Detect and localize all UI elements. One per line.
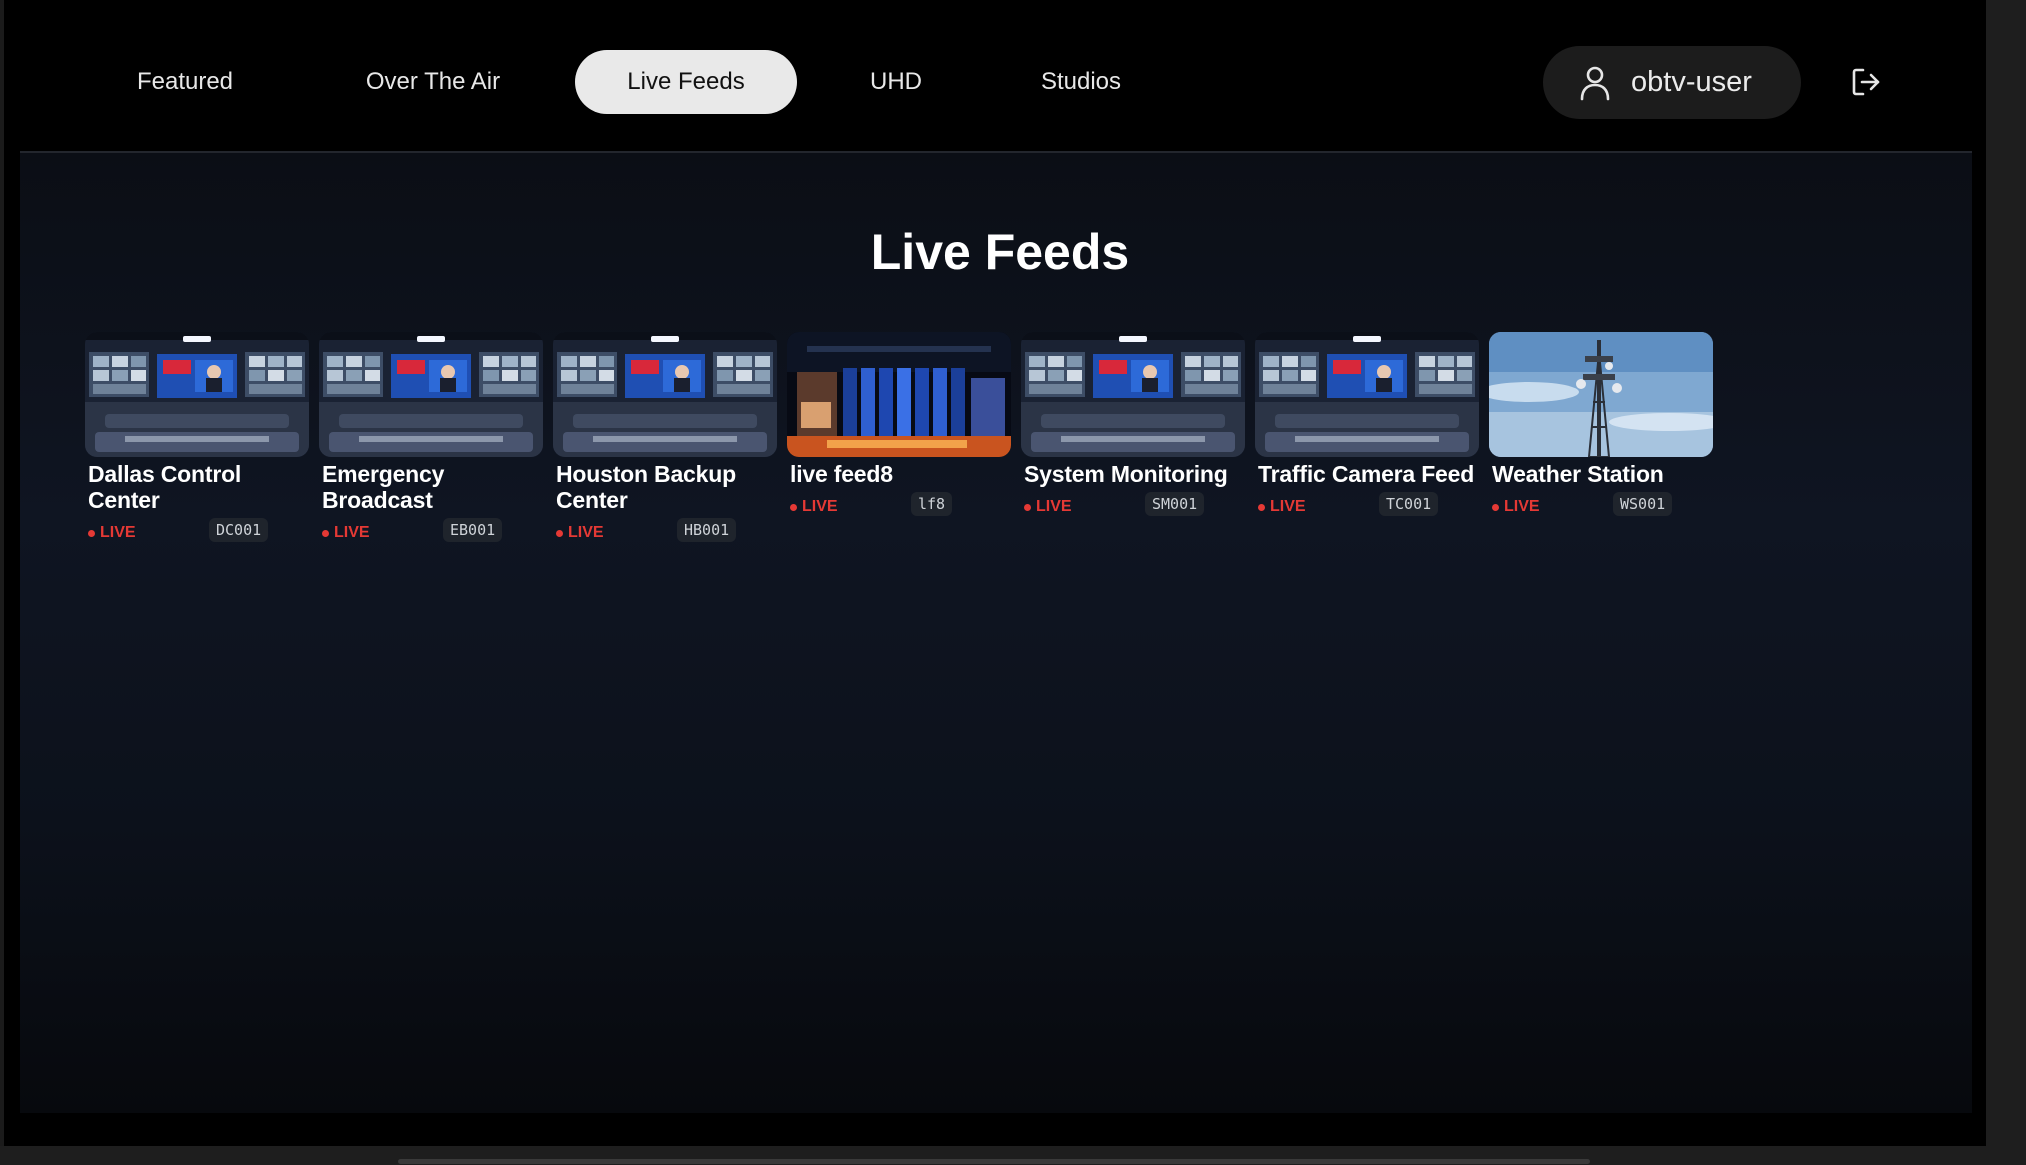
live-badge: LIVE [88,524,136,542]
feed-code: TC001 [1379,492,1439,516]
feed-code: WS001 [1613,492,1673,516]
tab-uhd[interactable]: UHD [825,50,967,114]
feed-card[interactable]: live feed8 LIVE lf8 [787,332,1011,521]
live-dot-icon [1258,503,1265,511]
user-icon [1580,66,1610,100]
username-label: obtv-user [1631,66,1752,98]
live-badge: LIVE [322,524,370,542]
live-dot-icon [556,529,563,537]
feed-title: Emergency Broadcast [322,461,445,513]
feed-thumbnail [1255,332,1479,457]
live-badge: LIVE [1492,498,1540,516]
feed-thumbnail [1489,332,1713,457]
live-badge: LIVE [1024,498,1072,516]
feed-card[interactable]: Dallas Control Center LIVE DC001 [85,332,309,547]
feed-title: Dallas Control Center [88,461,242,513]
feed-thumbnail [85,332,309,457]
feed-thumbnail [1021,332,1245,457]
feed-code: HB001 [677,518,737,542]
scrollbar-thumb[interactable] [398,1159,1590,1164]
feed-title: System Monitoring [1024,461,1228,487]
feed-title: Traffic Camera Feed [1258,461,1475,487]
feed-code: lf8 [911,492,953,516]
live-badge: LIVE [556,524,604,542]
feed-title: live feed8 [790,461,893,487]
live-dot-icon [1024,503,1031,511]
feed-card[interactable]: Traffic Camera Feed LIVE TC001 [1255,332,1479,521]
feed-thumbnail [319,332,543,457]
feed-title: Houston Backup Center [556,461,736,513]
feed-code: EB001 [443,518,503,542]
feed-card[interactable]: Houston Backup Center LIVE HB001 [553,332,777,547]
app-window: Featured Over The Air Live Feeds UHD Stu… [4,0,1986,1146]
feed-thumbnail [787,332,1011,457]
top-navigation: Featured Over The Air Live Feeds UHD Stu… [4,0,1986,152]
feed-card[interactable]: Weather Station LIVE WS001 [1489,332,1713,521]
page-title: Live Feeds [870,224,1130,280]
feed-thumbnail [553,332,777,457]
feed-card[interactable]: System Monitoring LIVE SM001 [1021,332,1245,521]
logout-icon[interactable] [1850,66,1882,98]
live-dot-icon [1492,503,1499,511]
tab-live-feeds[interactable]: Live Feeds [575,50,797,114]
live-badge: LIVE [790,498,838,516]
live-badge: LIVE [1258,498,1306,516]
tab-over-the-air[interactable]: Over The Air [314,50,552,114]
live-dot-icon [790,503,797,511]
feed-code: DC001 [209,518,269,542]
window-right-edge [1986,0,2026,1165]
tab-studios[interactable]: Studios [991,50,1171,114]
feed-card[interactable]: Emergency Broadcast LIVE EB001 [319,332,543,547]
feed-title: Weather Station [1492,461,1664,487]
user-menu-button[interactable]: obtv-user [1543,46,1801,119]
tab-featured[interactable]: Featured [86,50,284,114]
live-feeds-panel: Live Feeds Dallas Control Center LIVE DC… [20,153,1972,1113]
live-dot-icon [322,529,329,537]
live-dot-icon [88,529,95,537]
feed-code: SM001 [1145,492,1205,516]
